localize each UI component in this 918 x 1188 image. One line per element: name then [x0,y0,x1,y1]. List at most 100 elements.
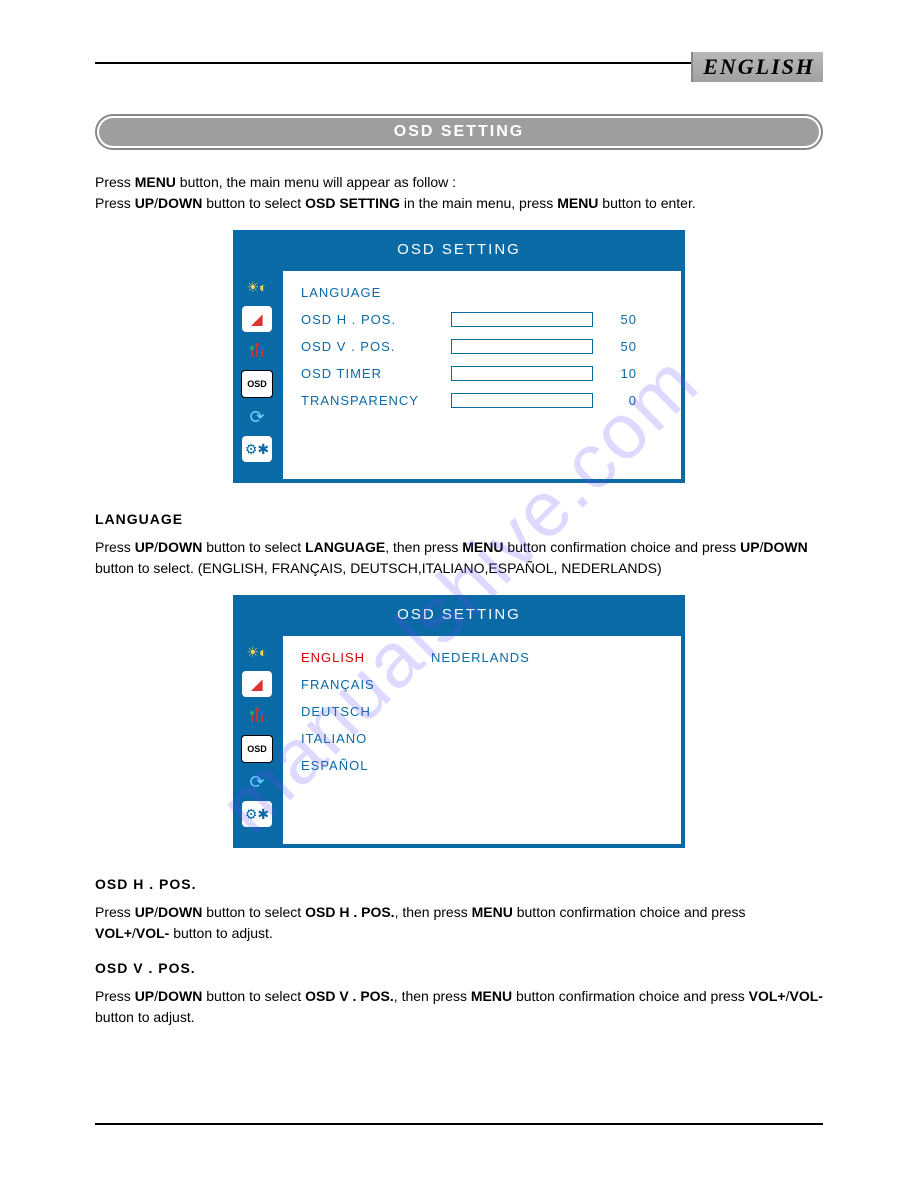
osd-sidebar: ☀◐ ◢ OSD ⟳ ⚙✱ [234,268,280,482]
text: button, the main menu will appear as fol… [176,174,456,190]
lang-option-espanol[interactable]: ESPAÑOL [301,758,431,773]
heading-language: LANGUAGE [95,511,823,527]
text: , then press [395,904,472,920]
text: button to adjust. [169,925,273,941]
kw-vpos: OSD V . POS. [305,988,394,1004]
header-language-label: ENGLISH [691,52,823,82]
text: button confirmation choice and press [504,539,741,555]
settings-icon[interactable]: ⚙✱ [242,801,272,827]
brightness-icon[interactable]: ☀◐ [242,639,272,665]
row-label: TRANSPARENCY [301,393,451,408]
kw-language: LANGUAGE [305,539,385,555]
kw-up: UP [740,539,759,555]
lang-option-italiano[interactable]: ITALIANO [301,731,431,746]
language-list: ENGLISH NEDERLANDS FRANÇAIS DEUTSCH ITAL… [301,650,663,773]
kw-hpos: OSD H . POS. [305,904,394,920]
row-value: 50 [607,339,637,354]
kw-down: DOWN [158,904,202,920]
osd-sidebar: ☀◐ ◢ OSD ⟳ ⚙✱ [234,633,280,847]
row-value: 0 [607,393,637,408]
kw-down: DOWN [158,195,202,211]
kw-volminus: VOL- [790,988,823,1004]
heading-hpos: OSD H . POS. [95,876,823,892]
text: button confirmation choice and press [512,988,749,1004]
text: , then press [385,539,462,555]
osd-row-vpos[interactable]: OSD V . POS. 50 [301,339,663,354]
text: Press [95,539,135,555]
color-icon[interactable] [242,338,272,364]
text: in the main menu, press [400,195,557,211]
reset-icon[interactable]: ⟳ [242,769,272,795]
slider[interactable] [451,312,593,327]
section-title-container: OSD SETTING [95,114,823,150]
row-value: 10 [607,366,637,381]
text: button to select. (ENGLISH, FRANÇAIS, DE… [95,560,662,576]
kw-down: DOWN [763,539,807,555]
heading-vpos: OSD V . POS. [95,960,823,976]
flag-icon[interactable]: ◢ [242,306,272,332]
text: button to select [202,988,305,1004]
footer-rule [95,1123,823,1125]
text: Press [95,195,135,211]
lang-option-nederlands[interactable]: NEDERLANDS [431,650,581,665]
slider[interactable] [451,366,593,381]
osd-panel-settings: OSD SETTING ☀◐ ◢ OSD ⟳ ⚙✱ LANGUAGE OSD H… [233,230,685,483]
text: Press [95,988,135,1004]
settings-icon[interactable]: ⚙✱ [242,436,272,462]
kw-menu: MENU [557,195,598,211]
osd-icon[interactable]: OSD [241,735,273,763]
kw-osd-setting: OSD SETTING [305,195,400,211]
text: Press [95,174,135,190]
text: Press [95,904,135,920]
kw-down: DOWN [158,539,202,555]
osd-row-timer[interactable]: OSD TIMER 10 [301,366,663,381]
kw-up: UP [135,988,154,1004]
kw-volminus: VOL- [136,925,169,941]
osd-row-language[interactable]: LANGUAGE [301,285,663,300]
text: button to select [202,904,305,920]
text: button to enter. [598,195,695,211]
kw-menu: MENU [135,174,176,190]
row-label: OSD H . POS. [301,312,451,327]
osd-content: ENGLISH NEDERLANDS FRANÇAIS DEUTSCH ITAL… [280,633,684,847]
brightness-icon[interactable]: ☀◐ [242,274,272,300]
section-title: OSD SETTING [99,118,819,146]
flag-icon[interactable]: ◢ [242,671,272,697]
text: button to select [202,195,305,211]
kw-menu: MENU [471,988,512,1004]
kw-volplus: VOL+ [749,988,786,1004]
row-value: 50 [607,312,637,327]
lang-option-deutsch[interactable]: DEUTSCH [301,704,431,719]
row-label: OSD TIMER [301,366,451,381]
kw-up: UP [135,539,154,555]
hpos-text: Press UP/DOWN button to select OSD H . P… [95,902,823,944]
lang-option-english[interactable]: ENGLISH [301,650,431,665]
osd-panel-language: OSD SETTING ☀◐ ◢ OSD ⟳ ⚙✱ ENGLISH NEDERL… [233,595,685,848]
page-header: ENGLISH [95,62,823,64]
osd-icon[interactable]: OSD [241,370,273,398]
slider[interactable] [451,339,593,354]
text: button to select [202,539,305,555]
kw-menu: MENU [462,539,503,555]
color-icon[interactable] [242,703,272,729]
kw-up: UP [135,904,154,920]
intro-text: Press MENU button, the main menu will ap… [95,172,823,214]
vpos-text: Press UP/DOWN button to select OSD V . P… [95,986,823,1028]
kw-down: DOWN [158,988,202,1004]
row-label: LANGUAGE [301,285,451,300]
text: , then press [394,988,471,1004]
osd-title: OSD SETTING [234,231,684,268]
osd-row-hpos[interactable]: OSD H . POS. 50 [301,312,663,327]
kw-volplus: VOL+ [95,925,132,941]
text: button confirmation choice and press [513,904,746,920]
osd-title: OSD SETTING [234,596,684,633]
row-label: OSD V . POS. [301,339,451,354]
slider[interactable] [451,393,593,408]
osd-row-transparency[interactable]: TRANSPARENCY 0 [301,393,663,408]
kw-menu: MENU [472,904,513,920]
osd-content: LANGUAGE OSD H . POS. 50 OSD V . POS. 50… [280,268,684,482]
kw-up: UP [135,195,154,211]
lang-option-francais[interactable]: FRANÇAIS [301,677,431,692]
reset-icon[interactable]: ⟳ [242,404,272,430]
language-text: Press UP/DOWN button to select LANGUAGE,… [95,537,823,579]
